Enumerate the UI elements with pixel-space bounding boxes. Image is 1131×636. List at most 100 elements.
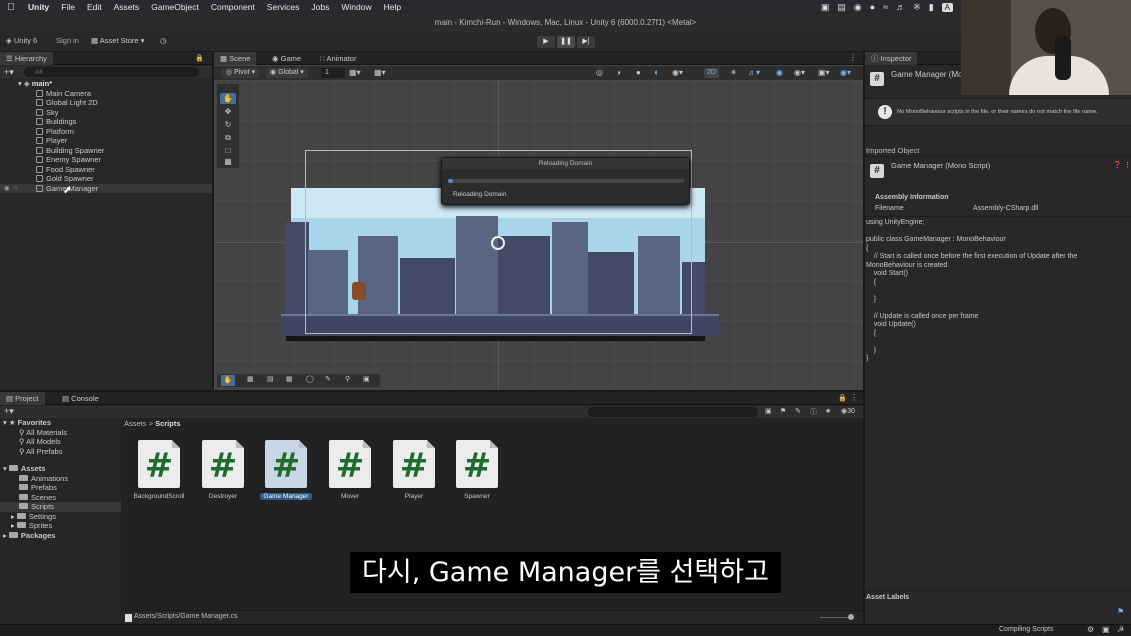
menu-assets[interactable]: Assets — [108, 2, 146, 12]
visibility-eye-icon[interactable]: ◉ — [4, 184, 10, 194]
hierarchy-item-buildings[interactable]: Buildings — [0, 117, 212, 127]
more-options-icon[interactable]: ⋮ — [849, 53, 857, 62]
keyboard-input-badge[interactable]: A — [941, 2, 953, 12]
debug-icon[interactable]: ⚙ — [1087, 625, 1094, 634]
breadcrumb-assets[interactable]: Assets — [124, 419, 147, 428]
hand-tool-icon[interactable]: ✋ — [220, 93, 236, 104]
tab-animator[interactable]: ∷ Animator — [314, 52, 362, 65]
shading-wireframe-icon[interactable]: ◑ — [616, 68, 621, 77]
hierarchy-item-enemy-spawner[interactable]: Enemy Spawner — [0, 155, 212, 165]
move-tool-icon[interactable]: ✥ — [220, 106, 236, 117]
assets-node[interactable]: ▾ Assets — [3, 464, 45, 474]
packages-node[interactable]: ▸ Packages — [3, 531, 55, 541]
global-dropdown[interactable]: ◉ Global ▾ — [266, 68, 308, 78]
scale-tool-icon[interactable]: ⧉ — [220, 132, 236, 143]
scene-visibility-icon[interactable]: ◉ — [776, 68, 783, 77]
hierarchy-search-input[interactable] — [24, 67, 199, 77]
breadcrumb-scripts[interactable]: Scripts — [155, 419, 180, 428]
pause-button[interactable]: ❚❚ — [557, 36, 575, 48]
hierarchy-item-building-spawner[interactable]: Building Spawner — [0, 146, 212, 156]
hierarchy-item-platform[interactable]: Platform — [0, 127, 212, 137]
hierarchy-item-gold-spawner[interactable]: Gold Spawner — [0, 174, 212, 184]
lighting-toggle-icon[interactable]: ☀ — [730, 68, 737, 77]
project-lock-icon[interactable]: 🔒 — [838, 394, 847, 402]
folder-prefabs[interactable]: Prefabs — [19, 483, 57, 493]
pickable-hand-icon[interactable]: ☞ — [13, 184, 19, 194]
effects-icon[interactable]: ◉▾ — [794, 68, 805, 77]
grid-snap-input[interactable]: 1 — [321, 68, 345, 78]
menu-help[interactable]: Help — [378, 2, 407, 12]
hierarchy-item-food-spawner[interactable]: Food Spawner — [0, 165, 212, 175]
file-icon-backgroundscroll[interactable]: # — [138, 440, 180, 488]
signin-button[interactable]: Sign in — [56, 36, 79, 45]
favorite-all-materials[interactable]: ⚲ All Materials — [19, 428, 67, 438]
overlay-layers-icon[interactable]: ▣ — [363, 375, 370, 383]
overlay-circle-icon[interactable]: ◯ — [306, 375, 314, 383]
scene-root-row[interactable]: ▾ ◈ main* — [0, 79, 212, 89]
icon-size-slider-handle[interactable] — [848, 614, 854, 620]
tab-game[interactable]: ◉ Game — [266, 52, 307, 65]
cloud-icon[interactable]: ◷ — [160, 36, 167, 45]
shading-shaded-icon[interactable]: ● — [636, 68, 641, 77]
favorite-star-icon[interactable]: ★ — [825, 407, 831, 415]
create-asset-button[interactable]: +▾ — [4, 406, 14, 417]
hierarchy-item-sky[interactable]: Sky — [0, 108, 212, 118]
overlay-brush-icon[interactable]: ▤ — [267, 375, 274, 383]
project-more-icon[interactable]: ⋮ — [850, 393, 858, 402]
favorites-node[interactable]: ▾ ★ Favorites — [3, 418, 51, 428]
menu-edit[interactable]: Edit — [81, 2, 108, 12]
folder-scripts[interactable]: Scripts — [0, 502, 121, 512]
label-tag-icon[interactable]: ⚑ — [1117, 607, 1124, 616]
overlay-fill-icon[interactable]: ▦ — [286, 375, 293, 383]
component-menu-icon[interactable]: ⋮ — [1124, 161, 1131, 169]
battery-icon[interactable]: ▮ — [929, 2, 934, 13]
info-toggle-icon[interactable]: ⓘ — [810, 407, 817, 417]
toggle-2d-button[interactable]: 2D — [704, 68, 719, 78]
collab-icon[interactable]: ☭ — [1117, 625, 1124, 634]
hierarchy-item-game-manager[interactable]: ◉ ☞ Game Manager — [0, 183, 212, 194]
snap-icon[interactable]: ▦▾ — [349, 68, 361, 77]
rect-tool-icon[interactable]: □ — [220, 145, 236, 156]
overlay-tile-icon[interactable]: ▦ — [247, 375, 254, 383]
scene-camera-icon[interactable]: ▣▾ — [818, 68, 830, 77]
menu-jobs[interactable]: Jobs — [305, 2, 335, 12]
transform-tool-icon[interactable]: ▦ — [220, 156, 236, 167]
icon-size-slider-track[interactable] — [820, 617, 850, 618]
hierarchy-item-player[interactable]: Player — [0, 136, 212, 146]
file-icon-game-manager[interactable]: # — [265, 440, 307, 488]
render-mode-icon[interactable]: ◉▾ — [672, 68, 683, 77]
camera-icon[interactable]: ▣ — [821, 2, 830, 13]
favorite-all-prefabs[interactable]: ⚲ All Prefabs — [19, 447, 62, 457]
play-button[interactable]: ▶ — [537, 36, 555, 48]
hidden-packages-count[interactable]: ◉30 — [841, 407, 855, 415]
search-by-label-icon[interactable]: ⚑ — [780, 407, 786, 415]
tab-inspector[interactable]: ⓘ Inspector — [865, 52, 918, 65]
account-button[interactable]: ◈ Unity 6 — [6, 36, 37, 45]
chat-icon[interactable]: ◉ — [854, 2, 862, 13]
menu-gameobject[interactable]: GameObject — [145, 2, 205, 12]
filter-icon[interactable]: ✎ — [795, 407, 801, 415]
shading-lit-icon[interactable]: ◐ — [654, 67, 659, 77]
file-icon-destroyer[interactable]: # — [202, 440, 244, 488]
help-icon[interactable]: ❓ — [1113, 161, 1122, 169]
file-icon-spawner[interactable]: # — [456, 440, 498, 488]
project-search-input[interactable] — [588, 407, 758, 417]
menu-app-unity[interactable]: Unity — [22, 2, 55, 12]
layers-icon[interactable]: ▣ — [1102, 625, 1110, 634]
apple-icon[interactable]:  — [0, 2, 22, 13]
favorite-all-models[interactable]: ⚲ All Models — [19, 437, 61, 447]
add-object-button[interactable]: +▾ — [4, 67, 14, 78]
file-icon-mover[interactable]: # — [329, 440, 371, 488]
overlay-picker-icon[interactable]: ✎ — [325, 375, 331, 383]
tab-console[interactable]: ▤ Console — [56, 392, 105, 405]
menu-file[interactable]: File — [55, 2, 81, 12]
volume-icon[interactable]: ♬ — [896, 2, 905, 12]
lock-icon[interactable]: 🔒 — [195, 54, 204, 62]
folder-animations[interactable]: Animations — [19, 474, 68, 484]
overlay-hand-icon[interactable]: ✋ — [221, 375, 235, 386]
rotate-tool-icon[interactable]: ↻ — [220, 119, 236, 130]
hierarchy-item-main-camera[interactable]: Main Camera — [0, 89, 212, 99]
folder-sprites[interactable]: ▸ Sprites — [11, 521, 52, 531]
tab-hierarchy[interactable]: ☰ Hierarchy — [0, 52, 53, 65]
gizmos-icon[interactable]: ◉▾ — [840, 68, 851, 77]
